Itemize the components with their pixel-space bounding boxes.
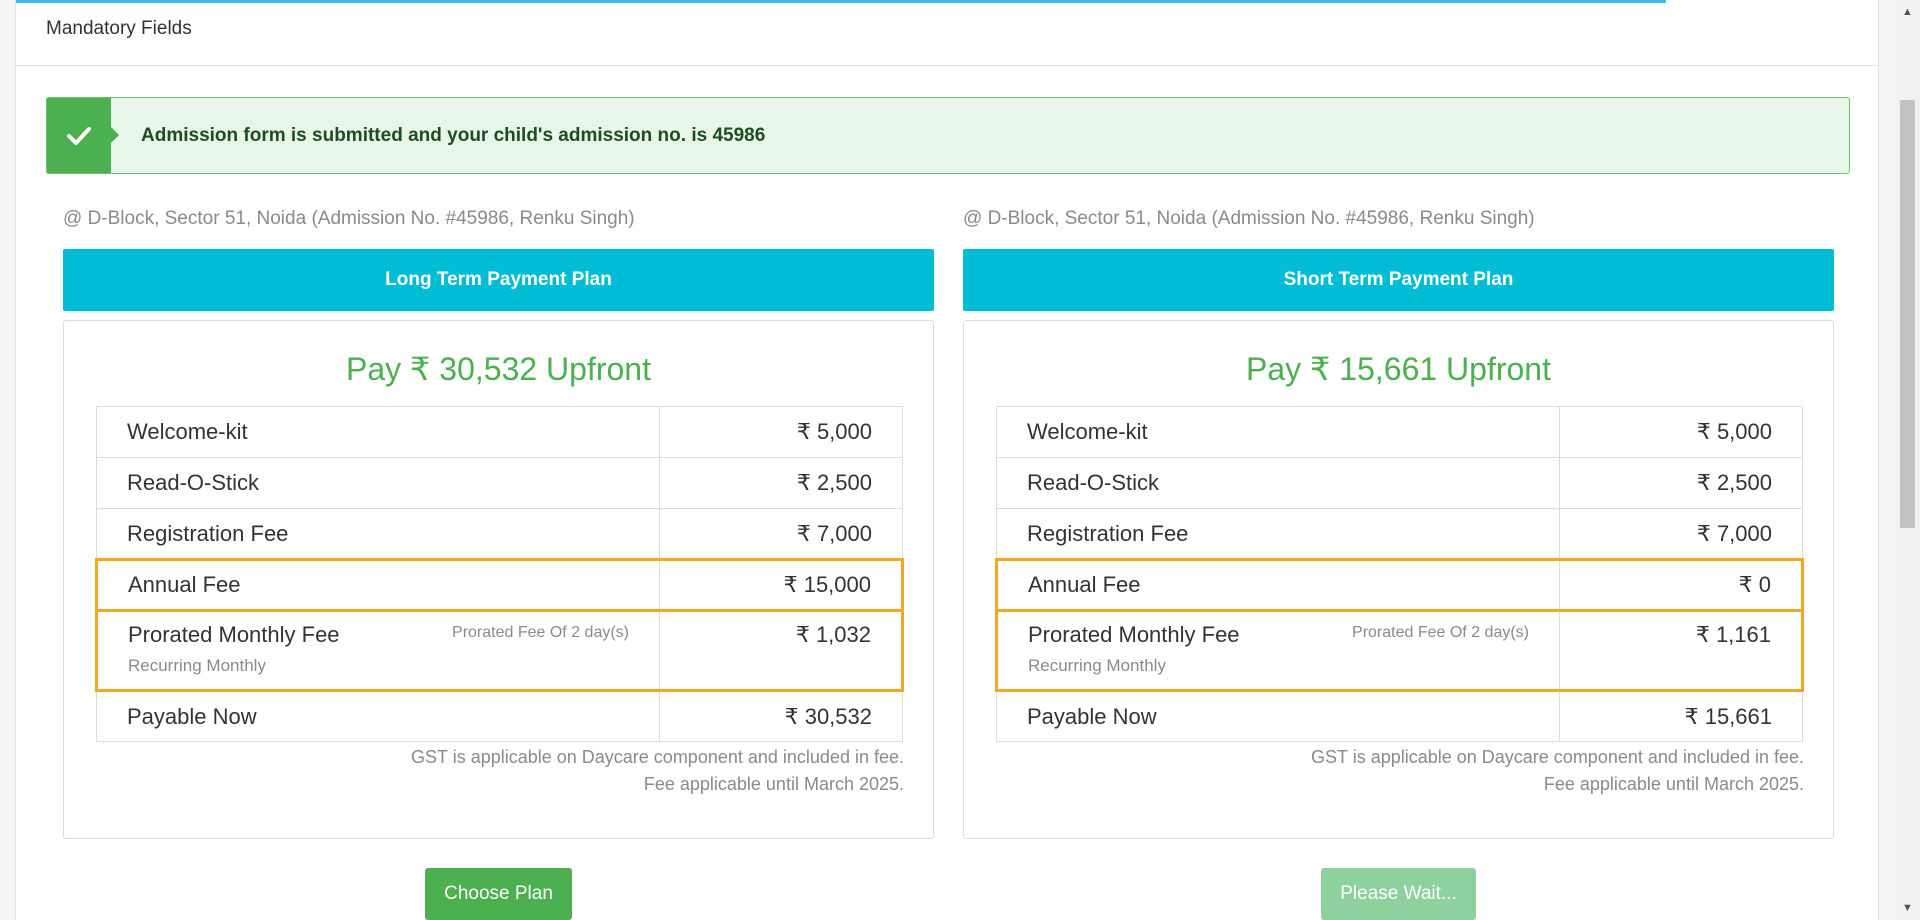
- fee-name: Annual Fee: [95, 558, 660, 612]
- check-icon: [47, 98, 119, 173]
- fee-amount: ₹ 7,000: [659, 508, 903, 560]
- fee-amount: ₹ 1,032: [659, 609, 904, 692]
- fee-amount: ₹ 1,161: [1559, 609, 1804, 692]
- long-term-plan-tab[interactable]: Long Term Payment Plan: [63, 249, 934, 311]
- table-row: Read-O-Stick ₹ 2,500: [96, 457, 903, 509]
- upfront-amount: Pay ₹ 15,661 Upfront: [1246, 351, 1551, 387]
- header-divider: [16, 65, 1878, 66]
- fee-name: Read-O-Stick: [96, 457, 660, 509]
- table-row: Read-O-Stick ₹ 2,500: [996, 457, 1803, 509]
- validity-note: Fee applicable until March 2025.: [643, 774, 904, 794]
- fee-amount: ₹ 5,000: [1559, 406, 1803, 458]
- plan-location: @ D-Block, Sector 51, Noida (Admission N…: [63, 208, 635, 229]
- table-row: Registration Fee ₹ 7,000: [996, 508, 1803, 560]
- fee-name: Payable Now: [96, 690, 660, 742]
- fee-name: Prorated Monthly Fee: [1028, 622, 1240, 647]
- recurring-label: Recurring Monthly: [128, 656, 266, 675]
- recurring-label: Recurring Monthly: [1028, 656, 1166, 675]
- fee-name: Read-O-Stick: [996, 457, 1560, 509]
- fee-table: Welcome-kit ₹ 5,000 Read-O-Stick ₹ 2,500…: [95, 406, 904, 742]
- fee-amount: ₹ 7,000: [1559, 508, 1803, 560]
- short-term-plan-column: @ D-Block, Sector 51, Noida (Admission N…: [963, 205, 1834, 839]
- table-row: Welcome-kit ₹ 5,000: [96, 406, 903, 458]
- fee-amount: ₹ 2,500: [1559, 457, 1803, 509]
- table-row-highlighted: Prorated Monthly Fee Prorated Fee Of 2 d…: [95, 609, 904, 692]
- table-row-highlighted: Prorated Monthly Fee Prorated Fee Of 2 d…: [995, 609, 1804, 692]
- table-row-highlighted: Annual Fee ₹ 15,000: [95, 558, 904, 612]
- footnote: GST is applicable on Daycare component a…: [95, 744, 904, 798]
- table-row-highlighted: Annual Fee ₹ 0: [995, 558, 1804, 612]
- fee-name: Prorated Monthly Fee: [128, 622, 340, 647]
- long-term-plan-column: @ D-Block, Sector 51, Noida (Admission N…: [63, 205, 934, 839]
- fee-amount: ₹ 15,000: [659, 558, 904, 612]
- vertical-scrollbar[interactable]: ▲ ▼: [1895, 0, 1920, 920]
- footnote: GST is applicable on Daycare component a…: [995, 744, 1804, 798]
- choose-plan-button[interactable]: Choose Plan: [425, 868, 572, 920]
- fee-amount: ₹ 15,661: [1559, 690, 1803, 742]
- fee-name-cell: Prorated Monthly Fee Prorated Fee Of 2 d…: [95, 609, 660, 692]
- alert-message: Admission form is submitted and your chi…: [141, 124, 766, 146]
- scroll-up-arrow-icon[interactable]: ▲: [1895, 2, 1920, 22]
- please-wait-button[interactable]: Please Wait...: [1321, 868, 1476, 920]
- fee-table: Welcome-kit ₹ 5,000 Read-O-Stick ₹ 2,500…: [995, 406, 1804, 742]
- mandatory-fields-label: Mandatory Fields: [46, 18, 192, 39]
- fee-amount: ₹ 30,532: [659, 690, 903, 742]
- fee-name: Registration Fee: [96, 508, 660, 560]
- upfront-amount: Pay ₹ 30,532 Upfront: [346, 351, 651, 387]
- gst-note: GST is applicable on Daycare component a…: [411, 747, 904, 767]
- fee-name: Registration Fee: [996, 508, 1560, 560]
- page-container: Mandatory Fields Admission form is submi…: [15, 0, 1879, 920]
- fee-amount: ₹ 5,000: [659, 406, 903, 458]
- gst-note: GST is applicable on Daycare component a…: [1311, 747, 1804, 767]
- plan-card: Pay ₹ 15,661 Upfront Welcome-kit ₹ 5,000…: [963, 320, 1834, 839]
- validity-note: Fee applicable until March 2025.: [1543, 774, 1804, 794]
- prorated-note: Prorated Fee Of 2 day(s): [1352, 624, 1529, 641]
- plan-card: Pay ₹ 30,532 Upfront Welcome-kit ₹ 5,000…: [63, 320, 934, 839]
- table-row: Welcome-kit ₹ 5,000: [996, 406, 1803, 458]
- short-term-plan-tab[interactable]: Short Term Payment Plan: [963, 249, 1834, 311]
- success-alert: Admission form is submitted and your chi…: [46, 97, 1850, 174]
- table-row: Payable Now ₹ 30,532: [96, 690, 903, 742]
- scroll-thumb[interactable]: [1900, 100, 1915, 528]
- plan-location: @ D-Block, Sector 51, Noida (Admission N…: [963, 208, 1535, 229]
- fee-amount: ₹ 0: [1559, 558, 1804, 612]
- fee-name: Welcome-kit: [96, 406, 660, 458]
- fee-name: Annual Fee: [995, 558, 1560, 612]
- table-row: Payable Now ₹ 15,661: [996, 690, 1803, 742]
- fee-name: Welcome-kit: [996, 406, 1560, 458]
- prorated-note: Prorated Fee Of 2 day(s): [452, 624, 629, 641]
- loading-progress-bar: [16, 0, 1666, 3]
- fee-name-cell: Prorated Monthly Fee Prorated Fee Of 2 d…: [995, 609, 1560, 692]
- scroll-down-arrow-icon[interactable]: ▼: [1895, 898, 1920, 918]
- fee-amount: ₹ 2,500: [659, 457, 903, 509]
- table-row: Registration Fee ₹ 7,000: [96, 508, 903, 560]
- fee-name: Payable Now: [996, 690, 1560, 742]
